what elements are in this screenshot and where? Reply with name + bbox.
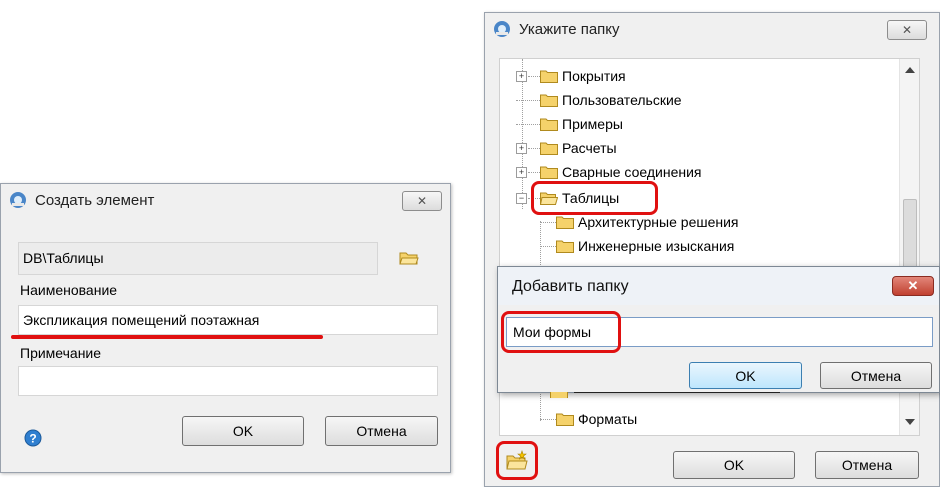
tree-item[interactable]: + Покрытия — [516, 65, 626, 87]
path-value: DB\Таблицы — [23, 250, 104, 266]
close-button[interactable]: ✕ — [402, 191, 442, 211]
create-dialog-titlebar[interactable]: Создать элемент ✕ — [1, 184, 450, 216]
tree-item-label: Сварные соединения — [562, 164, 702, 180]
name-value: Экспликация помещений поэтажная — [23, 312, 260, 328]
close-button[interactable]: ✕ — [887, 20, 927, 40]
add-folder-titlebar[interactable]: Добавить папку ✕ — [498, 267, 939, 305]
add-folder-title: Добавить папку — [512, 278, 629, 295]
folder-icon — [540, 118, 558, 131]
tree-item[interactable]: Пользовательские — [516, 89, 682, 111]
close-icon: ✕ — [416, 194, 428, 208]
folder-icon — [540, 142, 558, 155]
folder-icon — [540, 94, 558, 107]
collapse-minus-icon[interactable]: − — [516, 193, 527, 204]
ok-button[interactable]: OK — [689, 362, 802, 389]
help-icon[interactable]: ? — [24, 429, 42, 447]
tree-item-label: Покрытия — [562, 68, 626, 84]
select-folder-dialog: Укажите папку ✕ + Покрытия Пользовательс… — [484, 12, 940, 487]
tree-item[interactable]: + Расчеты — [516, 137, 617, 159]
tree-item-label: Инженерные изыскания — [578, 238, 735, 254]
folder-dialog-titlebar[interactable]: Укажите папку ✕ — [485, 13, 939, 45]
close-button[interactable]: ✕ — [892, 276, 934, 296]
tree-item-label: Пользовательские — [562, 92, 682, 108]
folder-open-icon — [399, 252, 419, 265]
tree-item[interactable]: Примеры — [516, 113, 623, 135]
folder-icon — [556, 240, 574, 253]
expand-plus-icon[interactable]: + — [516, 167, 527, 178]
tree-item-label: Примеры — [562, 116, 623, 132]
tree-item[interactable]: + Сварные соединения — [516, 161, 702, 183]
scroll-down-icon[interactable] — [905, 419, 915, 425]
cancel-button[interactable]: Отмена — [815, 451, 919, 479]
tree-item-label: Формаτы — [578, 411, 638, 427]
note-input[interactable] — [18, 366, 438, 396]
tree-item-label: Расчеты — [562, 140, 617, 156]
cancel-button[interactable]: Отмена — [820, 362, 932, 389]
browse-folder-button[interactable] — [399, 250, 419, 266]
path-field: DB\Таблицы — [18, 242, 378, 275]
folder-dialog-title: Укажите папку — [519, 20, 620, 38]
folder-icon — [540, 166, 558, 179]
close-icon: ✕ — [907, 278, 919, 293]
highlight-folder-name — [501, 311, 621, 353]
folder-icon — [540, 70, 558, 83]
scroll-up-icon[interactable] — [905, 67, 915, 73]
note-label: Примечание — [20, 345, 102, 361]
name-label: Наименование — [20, 282, 118, 298]
folder-icon — [556, 216, 574, 229]
tree-item[interactable]: Инженерные изыскания — [540, 235, 734, 257]
add-folder-dialog: Добавить папку ✕ Мои формы OK Отмена — [497, 266, 940, 393]
obscured-tree-item — [550, 392, 780, 398]
ok-button[interactable]: OK — [673, 451, 795, 479]
highlight-tables-folder — [531, 181, 658, 215]
folder-icon — [556, 413, 574, 426]
create-element-dialog: Создать элемент ✕ DB\Таблицы Наименовани… — [0, 183, 451, 473]
app-icon — [9, 191, 27, 209]
expand-plus-icon[interactable]: + — [516, 71, 527, 82]
cancel-button[interactable]: Отмена — [325, 416, 438, 446]
name-red-underline — [11, 335, 323, 339]
expand-plus-icon[interactable]: + — [516, 143, 527, 154]
svg-text:?: ? — [29, 432, 36, 446]
create-dialog-title: Создать элемент — [35, 191, 155, 209]
close-icon: ✕ — [901, 23, 913, 37]
app-icon — [493, 20, 511, 38]
highlight-new-folder-button — [496, 441, 538, 480]
tree-item[interactable]: Формаτы — [540, 408, 637, 430]
ok-button[interactable]: OK — [182, 416, 304, 446]
name-input[interactable]: Экспликация помещений поэтажная — [18, 305, 438, 335]
tree-item-label: Архитектурные решения — [578, 214, 739, 230]
